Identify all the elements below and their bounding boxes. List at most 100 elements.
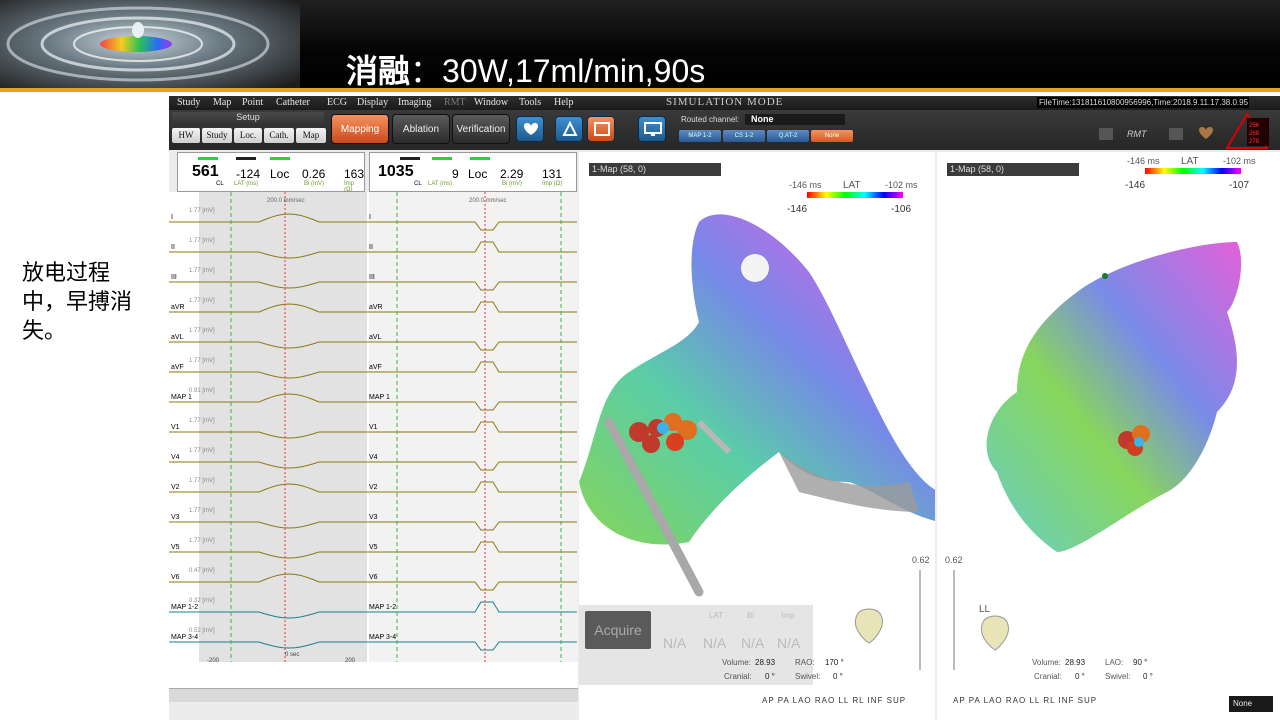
view-pa[interactable]: PA	[778, 696, 790, 705]
channel-label-5: aVF	[171, 364, 184, 371]
channel-label-right-11: V5	[369, 544, 378, 551]
view2-pa[interactable]: PA	[969, 696, 981, 705]
map2-dropdown[interactable]: None	[1229, 696, 1273, 712]
map2-swivel: 0 °	[1143, 672, 1153, 681]
view2-ll[interactable]: LL	[1029, 696, 1040, 705]
screen-icon[interactable]	[638, 116, 666, 142]
channel-scale-1: 1.77 [mV]	[189, 238, 215, 244]
view-rl[interactable]: RL	[852, 696, 864, 705]
channel-label-right-4: aVL	[369, 334, 382, 341]
map1-anatomy[interactable]	[579, 152, 935, 672]
channel-scale-13: 0.32 [mV]	[189, 598, 215, 604]
map1-volume-label: Volume:	[722, 658, 751, 667]
map2-anatomy[interactable]	[937, 152, 1280, 572]
menu-help[interactable]: Help	[554, 97, 573, 108]
channel-label-9: V2	[171, 484, 180, 491]
menu-display[interactable]: Display	[357, 97, 388, 108]
map1-heart-icon	[855, 608, 883, 644]
setup-map-button[interactable]: Map	[296, 128, 326, 143]
channel-label-right-8: V4	[369, 454, 378, 461]
channel-label-2: III	[171, 274, 177, 281]
cl-bar-2	[400, 157, 420, 160]
menu-point[interactable]: Point	[242, 97, 263, 108]
channel-label-13: MAP 1-2	[171, 604, 199, 611]
map1-view-buttons[interactable]: AP PA LAO RAO LL RL INF SUP	[762, 696, 906, 705]
ablation-button[interactable]: Ablation	[392, 114, 450, 144]
view-sup[interactable]: SUP	[887, 696, 906, 705]
menu-imaging[interactable]: Imaging	[398, 97, 431, 108]
map2-cranial: 0 °	[1075, 672, 1085, 681]
channel-label-1: II	[171, 244, 175, 251]
map1-view-label: RAO:	[795, 658, 815, 667]
map2-opacity-slider[interactable]	[953, 570, 955, 670]
channel-cs12[interactable]: CS 1-2	[723, 130, 765, 142]
setup-study-button[interactable]: Study	[202, 128, 232, 143]
channel-scale-8: 1.77 [mV]	[189, 448, 215, 454]
banner-stripe	[0, 88, 1280, 92]
mapping-button[interactable]: Mapping	[331, 114, 389, 144]
menu-ecg[interactable]: ECG	[327, 97, 347, 108]
map1-opacity: 0.62	[912, 555, 930, 565]
channel-qat2[interactable]: Q.AT-2	[767, 130, 809, 142]
acquire-button[interactable]: Acquire	[585, 611, 651, 649]
imp-label-2: Imp (Ω)	[542, 181, 563, 187]
channel-scale-0: 1.77 [mV]	[189, 208, 215, 214]
menu-map[interactable]: Map	[213, 97, 231, 108]
view2-sup[interactable]: SUP	[1078, 696, 1097, 705]
map1-cranial: 0 °	[765, 672, 775, 681]
channel-map12[interactable]: MAP 1-2	[679, 130, 721, 142]
channel-label-right-0: I	[369, 214, 371, 221]
map-view-2[interactable]: 1-Map (58, 0) -146 ms LAT -102 ms -146 -…	[937, 152, 1280, 720]
setup-cath-button[interactable]: Cath.	[264, 128, 294, 143]
channel-label-14: MAP 3-4	[171, 634, 199, 641]
view-rao[interactable]: RAO	[815, 696, 835, 705]
menu-window[interactable]: Window	[474, 97, 508, 108]
ecg-traces[interactable]: I I 1.77 [mV] II II 1.77 [mV] III III 1.77 [mV] a…	[169, 192, 578, 688]
channel-label-6: MAP 1	[171, 394, 192, 401]
view-ll[interactable]: LL	[838, 696, 849, 705]
view2-rao[interactable]: RAO	[1006, 696, 1026, 705]
map2-heart-icon	[981, 615, 1009, 651]
view-ap[interactable]: AP	[762, 696, 775, 705]
view-inf[interactable]: INF	[867, 696, 883, 705]
slide-note: 放电过程中，早搏消失。	[22, 260, 133, 343]
lat-label-2: LAT (ms)	[428, 181, 453, 187]
channel-label-4: aVL	[171, 334, 184, 341]
view-lao[interactable]: LAO	[793, 696, 812, 705]
routed-channel-value[interactable]: None	[745, 114, 845, 125]
svg-text:278: 278	[1249, 139, 1260, 145]
channel-label-right-9: V2	[369, 484, 378, 491]
map1-volume: 28.93	[755, 658, 776, 667]
view2-ap[interactable]: AP	[953, 696, 966, 705]
view2-rl[interactable]: RL	[1043, 696, 1055, 705]
ecg-scrollbar[interactable]	[169, 688, 578, 702]
add-point-icon[interactable]	[516, 116, 544, 142]
routed-channel-panel: Routed channel: None MAP 1-2 CS 1-2 Q.AT…	[675, 113, 853, 145]
channel-label-right-1: II	[369, 244, 373, 251]
channel-label-7: V1	[171, 424, 180, 431]
menu-tools[interactable]: Tools	[519, 97, 541, 108]
time-axis-pos: 200	[345, 658, 356, 664]
map1-opacity-slider[interactable]	[919, 570, 921, 670]
setup-hw-button[interactable]: HW	[172, 128, 200, 143]
svg-text:268: 268	[1249, 131, 1260, 137]
view2-lao[interactable]: LAO	[984, 696, 1003, 705]
verification-button[interactable]: Verification	[452, 114, 510, 144]
map2-cranial-label: Cranial:	[1034, 672, 1062, 681]
ecg-right-header: 1035 CL 9 LAT (ms) Loc 2.29 Bi (mV) 131 …	[369, 152, 577, 192]
menu-catheter[interactable]: Catheter	[276, 97, 310, 108]
channel-scale-12: 0.47 [mV]	[189, 568, 215, 574]
map-edit-icon[interactable]	[587, 116, 615, 142]
channel-none[interactable]: None	[811, 130, 853, 142]
map-view-1[interactable]: 1-Map (58, 0) -146 ms LAT -102 ms -146 -…	[579, 152, 935, 720]
channel-scale-3: 1.77 [mV]	[189, 298, 215, 304]
view2-inf[interactable]: INF	[1058, 696, 1074, 705]
map2-view-buttons[interactable]: AP PA LAO RAO LL RL INF SUP	[953, 696, 1097, 705]
catheter-shape-icon[interactable]	[555, 116, 583, 142]
channel-label-3: aVR	[171, 304, 185, 311]
acq-val-1: N/A	[663, 635, 687, 651]
channel-label-right-3: aVR	[369, 304, 383, 311]
menu-study[interactable]: Study	[177, 97, 200, 108]
channel-scale-14: 0.52 [mV]	[189, 628, 215, 634]
setup-loc-button[interactable]: Loc.	[234, 128, 262, 143]
